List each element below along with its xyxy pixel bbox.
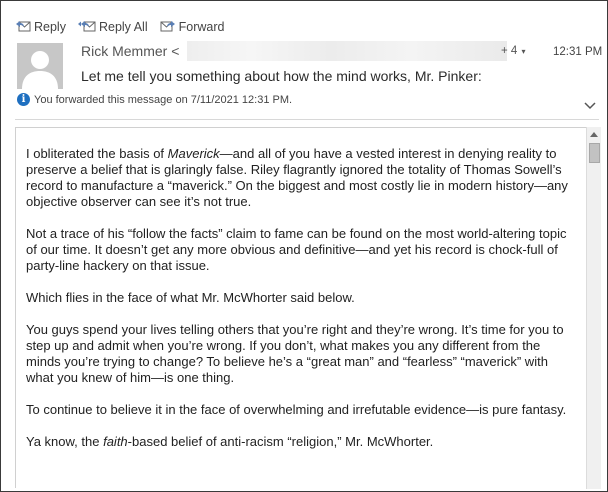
reply-label: Reply <box>34 20 66 34</box>
reply-all-icon <box>77 19 99 36</box>
expand-header-button[interactable] <box>584 97 596 115</box>
body-text: Ya know, the <box>26 434 104 449</box>
received-time: 12:31 PM <box>553 46 603 58</box>
forward-notice-text: You forwarded this message on 7/11/2021 … <box>34 93 293 106</box>
reply-button[interactable]: Reply <box>15 19 66 36</box>
body-paragraph: Ya know, the faith-based belief of anti-… <box>26 434 576 450</box>
forward-button[interactable]: Forward <box>160 19 225 36</box>
scrollbar-thumb[interactable] <box>589 143 600 163</box>
body-italic-text: faith <box>103 434 128 449</box>
body-text: -based belief of anti-racism “religion,”… <box>127 434 434 449</box>
body-paragraph: You guys spend your lives telling others… <box>26 322 564 385</box>
email-reading-pane: Reply Reply All Forward Rick Memmer < + … <box>0 0 608 492</box>
body-paragraph: Not a trace of his “follow the facts” cl… <box>26 226 567 273</box>
header-divider <box>15 119 599 120</box>
body-paragraph: Which flies in the face of what Mr. McWh… <box>26 290 355 305</box>
message-body[interactable]: I obliterated the basis of Maverick—and … <box>15 127 586 488</box>
recipients-more-button[interactable]: + 4 ▾ <box>501 45 526 57</box>
avatar-placeholder-icon <box>22 51 58 89</box>
vertical-scrollbar[interactable] <box>586 127 601 489</box>
forward-notice[interactable]: i You forwarded this message on 7/11/202… <box>17 93 292 106</box>
reply-icon <box>15 19 34 36</box>
caret-down-icon: ▾ <box>521 47 526 56</box>
forward-label: Forward <box>178 20 225 34</box>
message-subject: Let me tell you something about how the … <box>81 68 482 84</box>
body-italic-text: Maverick <box>167 146 220 161</box>
reply-all-button[interactable]: Reply All <box>77 19 148 36</box>
forward-icon <box>160 19 179 36</box>
scroll-up-button[interactable] <box>587 127 601 141</box>
body-paragraph: To continue to believe it in the face of… <box>26 402 567 417</box>
redacted-email-address <box>187 41 507 61</box>
info-icon: i <box>17 93 30 106</box>
body-paragraph: I obliterated the basis of Maverick—and … <box>26 146 576 210</box>
chevron-down-icon <box>584 102 596 110</box>
sender-name[interactable]: Rick Memmer < <box>81 43 179 59</box>
scroll-up-arrow-icon <box>590 131 598 137</box>
avatar[interactable] <box>17 43 63 89</box>
message-toolbar: Reply Reply All Forward <box>15 17 236 37</box>
reply-all-label: Reply All <box>98 20 148 34</box>
recipients-more-label: + 4 <box>501 45 518 57</box>
body-text: I obliterated the basis of <box>26 146 168 161</box>
message-body-text: I obliterated the basis of Maverick—and … <box>26 146 576 466</box>
